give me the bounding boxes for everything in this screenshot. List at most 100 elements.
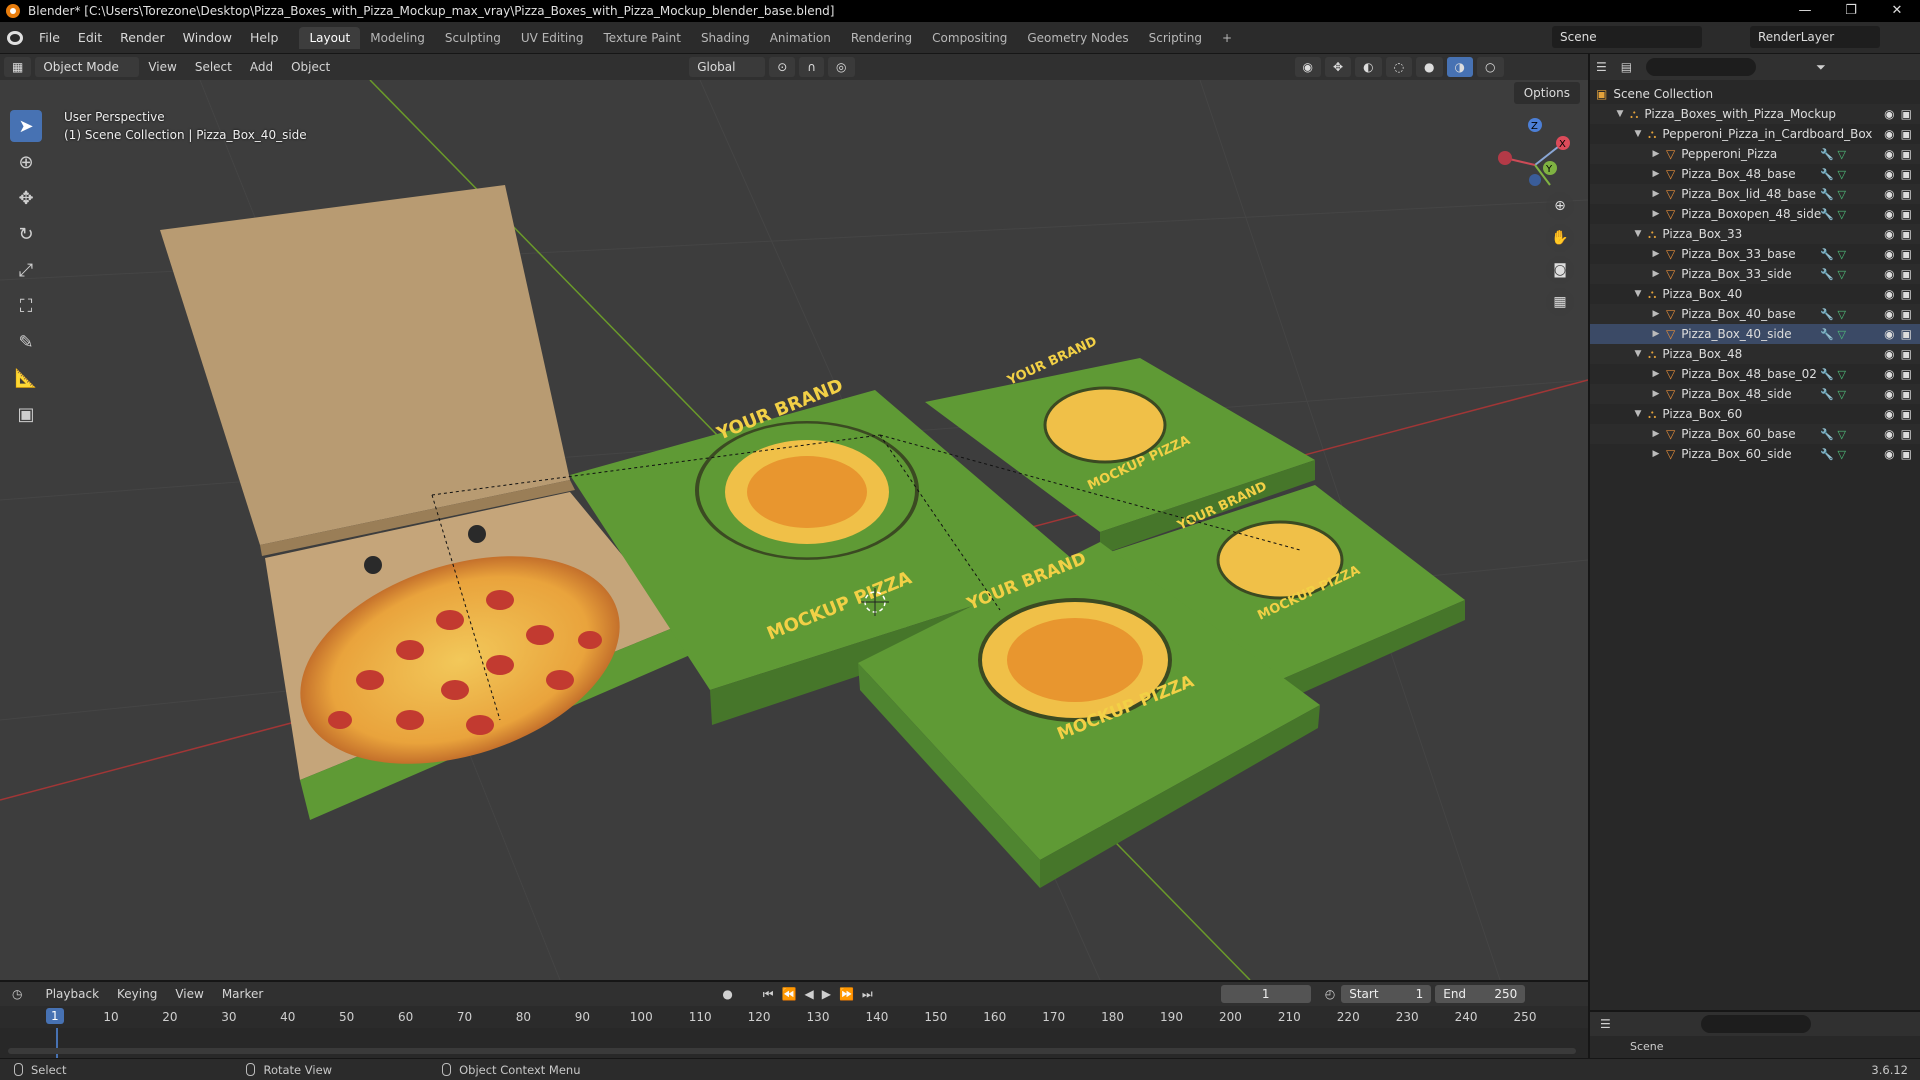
shading-material-button[interactable]: ◑ xyxy=(1446,57,1474,77)
menu-help[interactable]: Help xyxy=(241,22,288,54)
modifier-icons[interactable]: 🔧 ▽ xyxy=(1820,448,1846,461)
tab-uv-editing[interactable]: UV Editing xyxy=(511,27,594,49)
tab-modeling[interactable]: Modeling xyxy=(360,27,435,49)
expand-right-icon[interactable]: ▶ xyxy=(1650,169,1662,179)
cursor-tool[interactable]: ⊕ xyxy=(10,146,42,178)
menu-playback[interactable]: Playback xyxy=(36,987,108,1001)
tab-compositing[interactable]: Compositing xyxy=(922,27,1017,49)
scene-selector[interactable]: Scene xyxy=(1552,26,1702,48)
eye-icon[interactable]: ◉ xyxy=(1884,447,1894,461)
menu-render[interactable]: Render xyxy=(111,22,174,54)
menu-add[interactable]: Add xyxy=(241,60,282,74)
eye-icon[interactable]: ◉ xyxy=(1884,367,1894,381)
eye-icon[interactable]: ◉ xyxy=(1884,427,1894,441)
navigation-gizmo[interactable]: Z X Y xyxy=(1498,118,1570,186)
camera-render-icon[interactable]: ▣ xyxy=(1901,327,1912,341)
camera-render-icon[interactable]: ▣ xyxy=(1901,187,1912,201)
outliner-object-row[interactable]: ▶ ▽ Pizza_Box_60_base 🔧 ▽ ◉ ▣ xyxy=(1590,424,1920,444)
expand-right-icon[interactable]: ▶ xyxy=(1650,189,1662,199)
measure-tool[interactable]: 📐 xyxy=(10,362,42,394)
modifier-icons[interactable]: 🔧 ▽ xyxy=(1820,208,1846,221)
start-frame-field[interactable]: Start 1 xyxy=(1341,985,1432,1003)
ortho-toggle-button[interactable]: ▦ xyxy=(1546,288,1574,316)
properties-editor-icon[interactable]: ☰ xyxy=(1600,1017,1611,1031)
timeline-ruler[interactable]: 1 10 20 30 40 50 60 70 80 90 100 110 120 130 140 150 16… xyxy=(0,1006,1588,1028)
tab-sculpting[interactable]: Sculpting xyxy=(435,27,511,49)
3d-viewport[interactable]: YOUR BRAND MOCKUP PIZZA YOUR BRAND MOCKU… xyxy=(0,80,1588,980)
expand-right-icon[interactable]: ▶ xyxy=(1650,149,1662,159)
expand-down-icon[interactable]: ▼ xyxy=(1632,229,1644,239)
camera-view-button[interactable]: ◙ xyxy=(1546,256,1574,284)
modifier-icons[interactable]: 🔧 ▽ xyxy=(1820,248,1846,261)
menu-timeline-view[interactable]: View xyxy=(166,987,212,1001)
record-button[interactable]: ● xyxy=(722,987,732,1001)
outliner-object-row[interactable]: ▶ ▽ Pizza_Box_33_side 🔧 ▽ ◉ ▣ xyxy=(1590,264,1920,284)
render-layer-selector[interactable]: RenderLayer xyxy=(1750,26,1880,48)
tab-scripting[interactable]: Scripting xyxy=(1139,27,1212,49)
menu-select[interactable]: Select xyxy=(186,60,241,74)
eye-icon[interactable]: ◉ xyxy=(1884,407,1894,421)
modifier-icons[interactable]: 🔧 ▽ xyxy=(1820,388,1846,401)
expand-right-icon[interactable]: ▶ xyxy=(1650,329,1662,339)
zoom-button[interactable]: ⊕ xyxy=(1546,192,1574,220)
gizmo-toggle-button[interactable]: ✥ xyxy=(1325,57,1352,77)
expand-down-icon[interactable]: ▼ xyxy=(1614,109,1626,119)
eye-icon[interactable]: ◉ xyxy=(1884,127,1894,141)
tab-texture-paint[interactable]: Texture Paint xyxy=(594,27,691,49)
camera-render-icon[interactable]: ▣ xyxy=(1901,207,1912,221)
transform-orientation-selector[interactable]: Global xyxy=(689,57,766,77)
outliner-object-row[interactable]: ▶ ▽ Pepperoni_Pizza 🔧 ▽ ◉ ▣ xyxy=(1590,144,1920,164)
end-frame-field[interactable]: End 250 xyxy=(1435,985,1526,1003)
modifier-icons[interactable]: 🔧 ▽ xyxy=(1820,168,1846,181)
expand-right-icon[interactable]: ▶ xyxy=(1650,429,1662,439)
camera-render-icon[interactable]: ▣ xyxy=(1901,387,1912,401)
filter-icon[interactable]: ⏷ xyxy=(1816,60,1826,75)
expand-down-icon[interactable]: ▼ xyxy=(1632,129,1644,139)
close-button[interactable]: ✕ xyxy=(1874,0,1920,22)
menu-keying[interactable]: Keying xyxy=(108,987,166,1001)
visibility-button[interactable]: ◉ xyxy=(1294,57,1322,77)
outliner-collection-row[interactable]: ▼ ⛬ Pizza_Box_33 ◉ ▣ xyxy=(1590,224,1920,244)
menu-window[interactable]: Window xyxy=(174,22,241,54)
shading-solid-button[interactable]: ● xyxy=(1416,57,1443,77)
eye-icon[interactable]: ◉ xyxy=(1884,267,1894,281)
outliner-object-row[interactable]: ▶ ▽ Pizza_Box_48_side 🔧 ▽ ◉ ▣ xyxy=(1590,384,1920,404)
camera-render-icon[interactable]: ▣ xyxy=(1901,447,1912,461)
expand-right-icon[interactable]: ▶ xyxy=(1650,249,1662,259)
scale-tool[interactable]: ⤢ xyxy=(10,254,42,286)
outliner-collection-row[interactable]: ▼ ⛬ Pepperoni_Pizza_in_Cardboard_Box ◉ ▣ xyxy=(1590,124,1920,144)
add-workspace-button[interactable]: + xyxy=(1212,27,1242,49)
timeline-editor-icon[interactable]: ◷ xyxy=(12,987,22,1001)
rotate-tool[interactable]: ↻ xyxy=(10,218,42,250)
eye-icon[interactable]: ◉ xyxy=(1884,167,1894,181)
modifier-icons[interactable]: 🔧 ▽ xyxy=(1820,328,1846,341)
camera-render-icon[interactable]: ▣ xyxy=(1901,407,1912,421)
camera-render-icon[interactable]: ▣ xyxy=(1901,307,1912,321)
modifier-icons[interactable]: 🔧 ▽ xyxy=(1820,268,1846,281)
modifier-icons[interactable]: 🔧 ▽ xyxy=(1820,368,1846,381)
camera-render-icon[interactable]: ▣ xyxy=(1901,107,1912,121)
menu-file[interactable]: File xyxy=(30,22,69,54)
mode-selector[interactable]: Object Mode xyxy=(35,57,140,77)
outliner-object-row[interactable]: ▶ ▽ Pizza_Box_60_side 🔧 ▽ ◉ ▣ xyxy=(1590,444,1920,464)
camera-render-icon[interactable]: ▣ xyxy=(1901,147,1912,161)
eye-icon[interactable]: ◉ xyxy=(1884,327,1894,341)
eye-icon[interactable]: ◉ xyxy=(1884,247,1894,261)
pivot-point-button[interactable]: ⊙ xyxy=(769,57,796,77)
eye-icon[interactable]: ◉ xyxy=(1884,287,1894,301)
proportional-edit-button[interactable]: ◎ xyxy=(828,57,855,77)
playhead[interactable]: 1 xyxy=(46,1008,64,1024)
expand-down-icon[interactable]: ▼ xyxy=(1632,349,1644,359)
menu-marker[interactable]: Marker xyxy=(213,987,272,1001)
add-cube-tool[interactable]: ▣ xyxy=(10,398,42,430)
select-box-tool[interactable]: ➤ xyxy=(10,110,42,142)
outliner-object-row[interactable]: ▶ ▽ Pizza_Box_lid_48_base 🔧 ▽ ◉ ▣ xyxy=(1590,184,1920,204)
outliner-search-input[interactable] xyxy=(1646,58,1757,76)
expand-right-icon[interactable]: ▶ xyxy=(1650,309,1662,319)
viewport-scene[interactable]: YOUR BRAND MOCKUP PIZZA YOUR BRAND MOCKU… xyxy=(0,80,1588,980)
tab-animation[interactable]: Animation xyxy=(760,27,841,49)
eye-icon[interactable]: ◉ xyxy=(1884,387,1894,401)
outliner-editor-icon[interactable]: ☰ xyxy=(1596,60,1607,74)
expand-right-icon[interactable]: ▶ xyxy=(1650,209,1662,219)
expand-down-icon[interactable]: ▼ xyxy=(1632,289,1644,299)
